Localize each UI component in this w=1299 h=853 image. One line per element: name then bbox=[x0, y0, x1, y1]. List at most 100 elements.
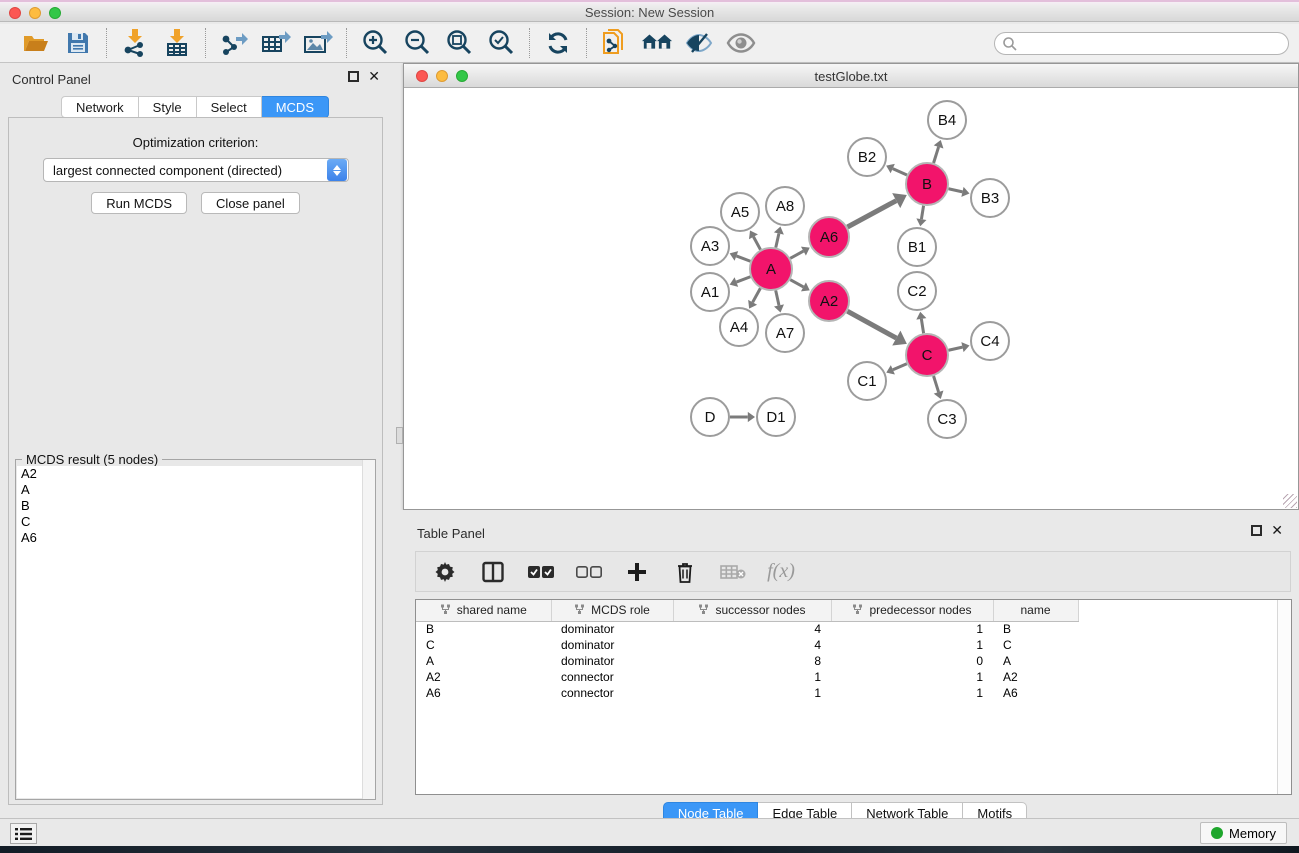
zoom-fit-icon[interactable] bbox=[443, 28, 475, 58]
vertical-splitter-grip[interactable] bbox=[396, 427, 403, 444]
delete-table-icon[interactable] bbox=[720, 559, 746, 585]
table-cell[interactable]: 1 bbox=[831, 637, 993, 653]
criterion-select[interactable]: largest connected component (directed) bbox=[43, 158, 349, 182]
edge-B-B3[interactable] bbox=[948, 189, 962, 192]
table-row[interactable]: A2connector11A2 bbox=[416, 669, 1078, 685]
zoom-in-icon[interactable] bbox=[359, 28, 391, 58]
search-input[interactable] bbox=[994, 32, 1289, 55]
column-view-icon[interactable] bbox=[480, 559, 506, 585]
run-mcds-button[interactable]: Run MCDS bbox=[91, 192, 187, 214]
mcds-result-scrollbar[interactable] bbox=[362, 460, 375, 799]
export-network-icon[interactable] bbox=[218, 28, 250, 58]
table-cell[interactable]: 8 bbox=[673, 653, 831, 669]
edge-A-A4[interactable] bbox=[753, 288, 761, 302]
edge-A-A8[interactable] bbox=[776, 234, 779, 248]
edge-C-C2[interactable] bbox=[921, 319, 923, 333]
mcds-result-item[interactable]: A bbox=[17, 482, 374, 498]
table-cell[interactable]: C bbox=[416, 637, 551, 653]
table-cell[interactable]: B bbox=[993, 621, 1078, 637]
edge-A-A7[interactable] bbox=[776, 290, 779, 305]
zoom-selected-icon[interactable] bbox=[485, 28, 517, 58]
edge-A-A6[interactable] bbox=[790, 251, 803, 258]
column-header-successor-nodes[interactable]: successor nodes bbox=[673, 600, 831, 621]
table-cell[interactable]: dominator bbox=[551, 621, 673, 637]
table-cell[interactable]: 1 bbox=[673, 669, 831, 685]
select-all-icon[interactable] bbox=[528, 559, 554, 585]
table-cell[interactable]: A6 bbox=[993, 685, 1078, 701]
task-history-button[interactable] bbox=[10, 823, 37, 844]
eye-icon[interactable] bbox=[725, 28, 757, 58]
eye-slash-icon[interactable] bbox=[683, 28, 715, 58]
edge-A-A1[interactable] bbox=[736, 277, 750, 282]
table-cell[interactable]: dominator bbox=[551, 637, 673, 653]
tab-style[interactable]: Style bbox=[139, 96, 197, 118]
mcds-result-item[interactable]: A6 bbox=[17, 530, 374, 546]
table-cell[interactable]: 0 bbox=[831, 653, 993, 669]
deselect-all-icon[interactable] bbox=[576, 559, 602, 585]
table-cell[interactable]: 1 bbox=[831, 669, 993, 685]
table-close-panel-icon[interactable]: ✕ bbox=[1271, 525, 1283, 536]
function-builder-icon[interactable]: f(x) bbox=[768, 559, 794, 585]
mcds-result-item[interactable]: A2 bbox=[17, 466, 374, 482]
table-cell[interactable]: 1 bbox=[831, 685, 993, 701]
table-header-row[interactable]: shared nameMCDS rolesuccessor nodesprede… bbox=[416, 600, 1078, 621]
zoom-out-icon[interactable] bbox=[401, 28, 433, 58]
resize-grip-icon[interactable] bbox=[1283, 494, 1297, 508]
save-session-icon[interactable] bbox=[62, 28, 94, 58]
table-cell[interactable]: A2 bbox=[416, 669, 551, 685]
edge-A2-C[interactable] bbox=[847, 311, 896, 338]
table-cell[interactable]: 1 bbox=[673, 685, 831, 701]
table-cell[interactable]: A6 bbox=[416, 685, 551, 701]
table-cell[interactable]: connector bbox=[551, 685, 673, 701]
edge-B-B1[interactable] bbox=[921, 206, 923, 219]
table-float-panel-icon[interactable] bbox=[1251, 525, 1262, 536]
table-row[interactable]: Adominator80A bbox=[416, 653, 1078, 669]
table-cell[interactable]: A2 bbox=[993, 669, 1078, 685]
houses-icon[interactable] bbox=[641, 28, 673, 58]
table-cell[interactable]: A bbox=[416, 653, 551, 669]
import-network-icon[interactable] bbox=[119, 28, 151, 58]
network-canvas-svg[interactable]: AA1A2A3A4A5A6A7A8BB1B2B3B4CC1C2C3C4DD1 bbox=[404, 88, 1298, 509]
mcds-result-item[interactable]: C bbox=[17, 514, 374, 530]
column-header-MCDS-role[interactable]: MCDS role bbox=[551, 600, 673, 621]
export-image-icon[interactable] bbox=[302, 28, 334, 58]
import-table-icon[interactable] bbox=[161, 28, 193, 58]
table-scrollbar[interactable] bbox=[1277, 600, 1291, 794]
table-row[interactable]: A6connector11A6 bbox=[416, 685, 1078, 701]
table-row[interactable]: Cdominator41C bbox=[416, 637, 1078, 653]
float-panel-icon[interactable] bbox=[348, 71, 359, 82]
node-table[interactable]: shared nameMCDS rolesuccessor nodesprede… bbox=[415, 599, 1292, 795]
edge-A6-B[interactable] bbox=[847, 201, 896, 227]
column-header-predecessor-nodes[interactable]: predecessor nodes bbox=[831, 600, 993, 621]
table-cell[interactable]: B bbox=[416, 621, 551, 637]
tab-network[interactable]: Network bbox=[61, 96, 139, 118]
mcds-result-list[interactable]: A2ABCA6 bbox=[17, 466, 374, 798]
refresh-icon[interactable] bbox=[542, 28, 574, 58]
column-header-shared-name[interactable]: shared name bbox=[416, 600, 551, 621]
memory-button[interactable]: Memory bbox=[1200, 822, 1287, 844]
tab-mcds[interactable]: MCDS bbox=[262, 96, 329, 118]
edge-C-C4[interactable] bbox=[948, 347, 962, 350]
mcds-result-item[interactable]: B bbox=[17, 498, 374, 514]
column-header-name[interactable]: name bbox=[993, 600, 1078, 621]
delete-column-icon[interactable] bbox=[672, 559, 698, 585]
tab-select[interactable]: Select bbox=[197, 96, 262, 118]
table-cell[interactable]: C bbox=[993, 637, 1078, 653]
edge-C-C3[interactable] bbox=[934, 376, 939, 392]
edge-B-B4[interactable] bbox=[934, 147, 939, 163]
export-table-icon[interactable] bbox=[260, 28, 292, 58]
new-network-from-selection-icon[interactable] bbox=[599, 28, 631, 58]
edge-A-A5[interactable] bbox=[753, 237, 760, 250]
open-session-icon[interactable] bbox=[20, 28, 52, 58]
edge-A-A2[interactable] bbox=[790, 280, 803, 287]
edge-C-C1[interactable] bbox=[893, 364, 907, 370]
add-column-icon[interactable] bbox=[624, 559, 650, 585]
table-cell[interactable]: 1 bbox=[831, 621, 993, 637]
table-cell[interactable]: A bbox=[993, 653, 1078, 669]
close-panel-button[interactable]: Close panel bbox=[201, 192, 300, 214]
gear-icon[interactable] bbox=[432, 559, 458, 585]
close-panel-icon[interactable]: ✕ bbox=[368, 71, 380, 82]
table-cell[interactable]: connector bbox=[551, 669, 673, 685]
network-window-titlebar[interactable]: testGlobe.txt bbox=[404, 64, 1298, 88]
edge-B-B2[interactable] bbox=[893, 169, 907, 175]
